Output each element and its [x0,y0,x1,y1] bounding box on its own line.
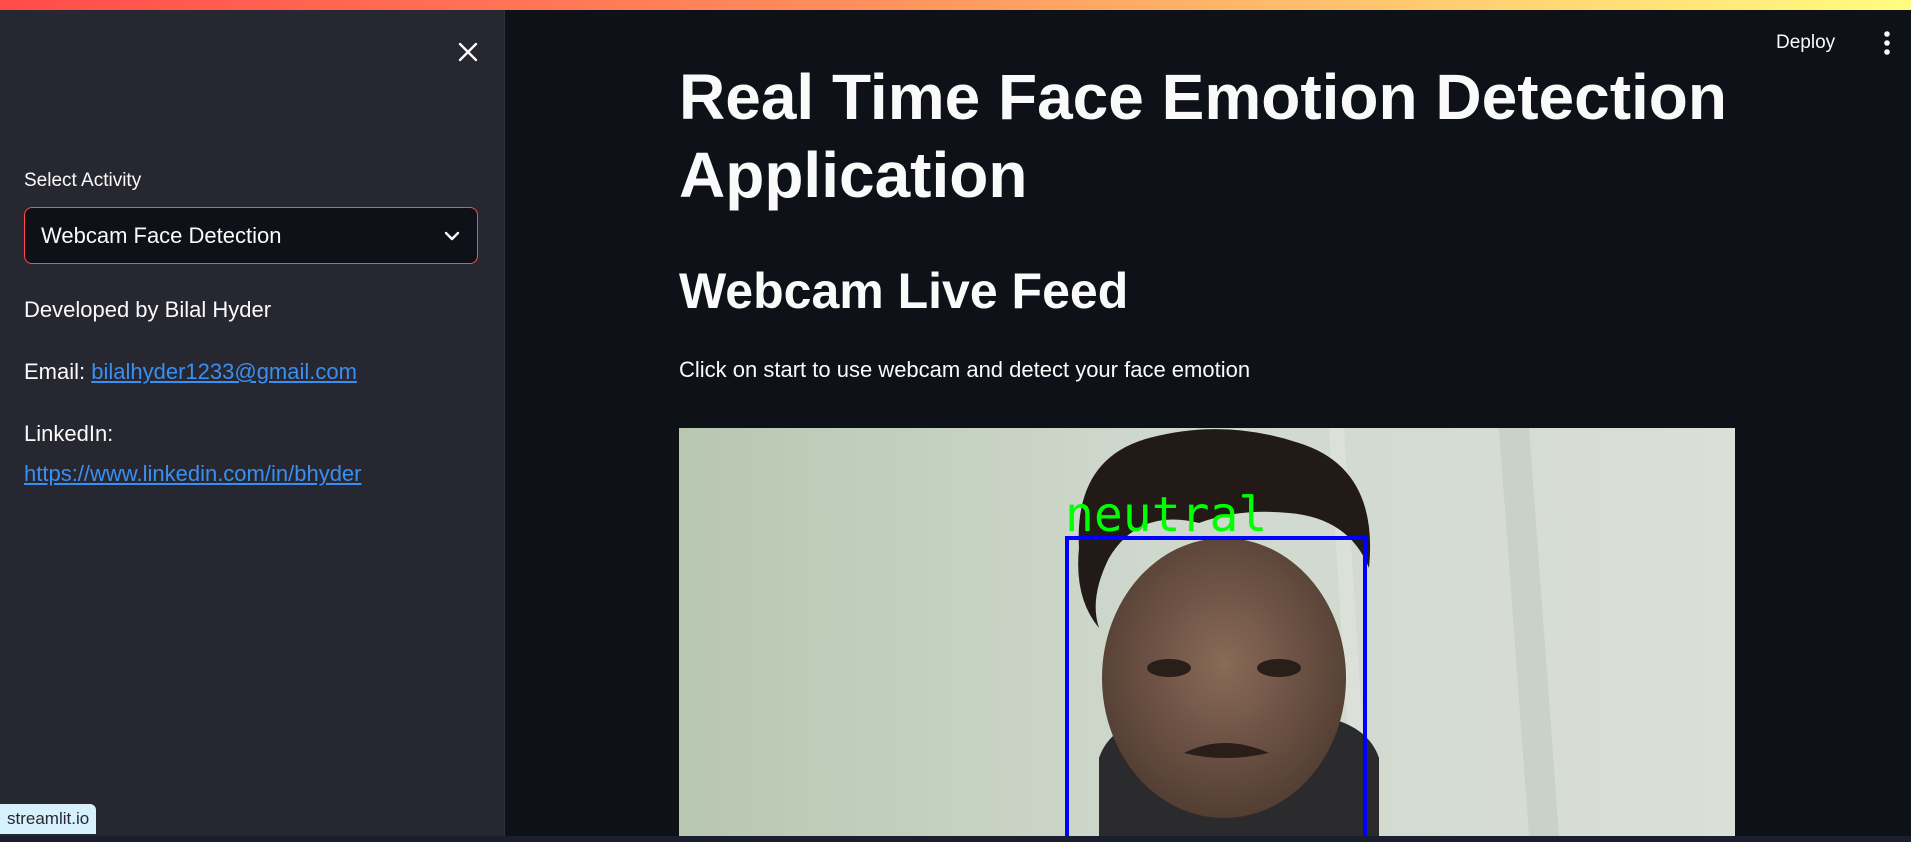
close-sidebar-button[interactable] [450,34,486,70]
email-link[interactable]: bilalhyder1233@gmail.com [91,359,357,384]
activity-select-value: Webcam Face Detection [41,222,282,248]
page-title: Real Time Face Emotion Detection Applica… [679,61,1727,211]
deploy-button[interactable]: Deploy [1768,28,1843,58]
webcam-frame-image: neutral [679,428,1735,836]
linkedin-link[interactable]: https://www.linkedin.com/in/bhyder [24,461,362,487]
sidebar: Select Activity Webcam Face Detection De… [0,10,505,836]
section-title: Webcam Live Feed [679,263,1129,319]
instruction-text: Click on start to use webcam and detect … [679,357,1251,382]
streamlit-badge[interactable]: streamlit.io [0,804,97,834]
webcam-video-feed: neutral [679,428,1735,836]
activity-select[interactable]: Webcam Face Detection [24,207,478,264]
linkedin-label: LinkedIn: [24,421,114,446]
email-label: Email: [24,359,86,384]
chevron-down-icon [444,231,460,240]
email-line: Email: bilalhyder1233@gmail.com [24,359,357,385]
detection-label: neutral [1065,487,1267,543]
select-activity-label: Select Activity [24,170,142,191]
developer-text: Developed by Bilal Hyder [24,297,272,322]
vertical-dots-icon [1884,31,1890,55]
close-icon [458,42,478,62]
main-menu-button[interactable] [1876,26,1898,60]
bottom-border [0,836,1911,842]
top-decoration-stripe [0,0,1911,10]
